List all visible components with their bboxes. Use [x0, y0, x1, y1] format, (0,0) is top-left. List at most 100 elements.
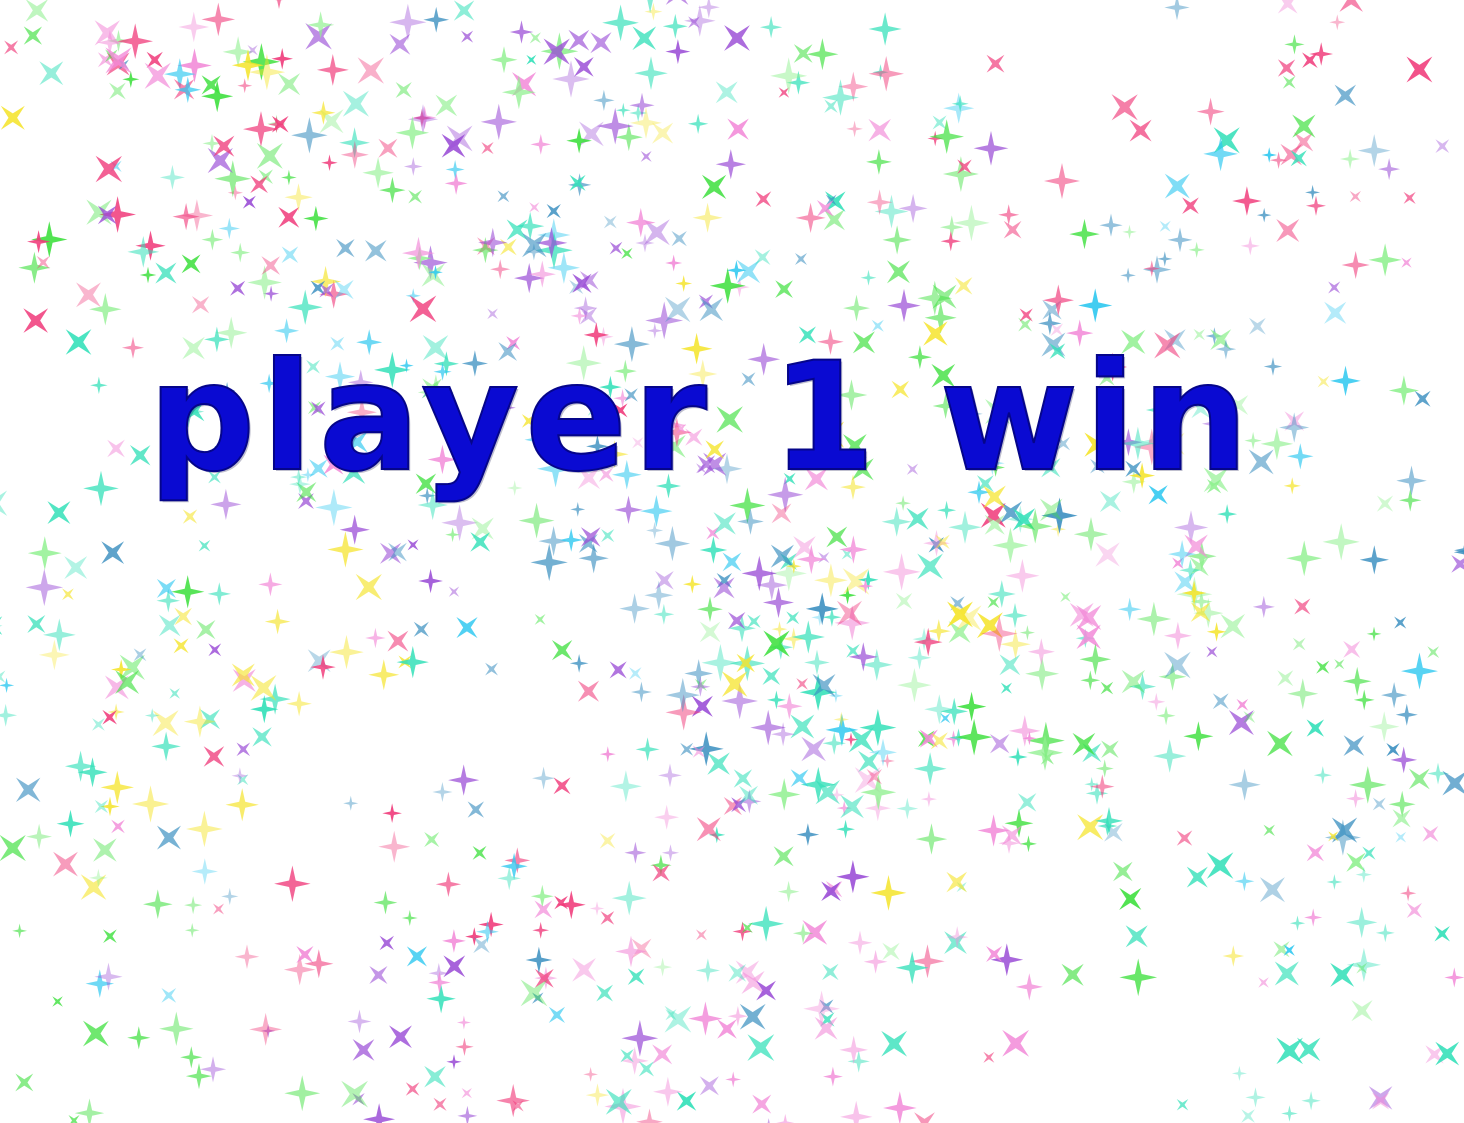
sparkle: [1060, 591, 1071, 603]
sparkle: [467, 801, 485, 818]
sparkle: [814, 563, 848, 598]
sparkle: [388, 542, 407, 562]
sparkle: [480, 103, 517, 140]
sparkle: [1003, 220, 1022, 239]
sparkle: [1399, 489, 1422, 512]
sparkle: [635, 737, 660, 762]
sparkle: [1213, 127, 1240, 154]
sparkle: [983, 1051, 995, 1063]
sparkle: [611, 880, 647, 916]
sparkle: [665, 0, 689, 5]
sparkle: [840, 1100, 873, 1123]
sparkle: [362, 157, 394, 189]
sparkle: [1222, 945, 1245, 967]
sparkle: [343, 795, 359, 811]
sparkle: [1306, 719, 1325, 737]
sparkle: [4, 40, 19, 55]
sparkle: [237, 78, 253, 94]
sparkle: [1025, 656, 1060, 691]
sparkle: [1306, 844, 1324, 862]
sparkle: [748, 905, 784, 942]
sparkle: [1283, 477, 1301, 495]
sparkle: [369, 965, 388, 985]
sparkle: [1001, 825, 1023, 846]
sparkle: [556, 890, 586, 920]
sparkle: [181, 254, 201, 274]
sparkle: [365, 627, 386, 649]
sparkle: [1442, 770, 1464, 796]
sparkle: [334, 279, 354, 300]
sparkle: [860, 269, 877, 286]
sparkle: [26, 823, 52, 850]
sparkle: [1277, 0, 1298, 14]
sparkle: [1157, 251, 1173, 267]
sparkle: [1322, 523, 1360, 561]
sparkle: [767, 1118, 770, 1123]
sparkle: [609, 770, 642, 803]
sparkle: [234, 944, 260, 969]
sparkle: [940, 215, 964, 239]
sparkle: [62, 588, 74, 601]
sparkle: [196, 619, 216, 640]
sparkle: [201, 2, 236, 37]
sparkle: [264, 608, 291, 635]
sparkle: [103, 929, 117, 944]
sparkle: [1188, 241, 1205, 258]
sparkle: [1121, 669, 1146, 694]
sparkle: [778, 87, 790, 98]
sparkle: [1267, 730, 1293, 757]
sparkle: [929, 119, 964, 154]
sparkle: [473, 936, 490, 954]
sparkle: [457, 1105, 478, 1123]
sparkle: [47, 501, 71, 525]
sparkle: [368, 659, 400, 691]
sparkle: [281, 169, 297, 186]
sparkle: [1396, 465, 1427, 496]
sparkle: [433, 1097, 447, 1111]
sparkle: [692, 202, 723, 233]
sparkle: [1101, 740, 1119, 758]
sparkle: [1232, 186, 1262, 216]
sparkle: [379, 935, 395, 951]
sparkle: [1099, 213, 1123, 237]
sparkle: [776, 693, 803, 720]
sparkle: [304, 949, 334, 979]
sparkle: [355, 573, 382, 601]
sparkle: [406, 946, 428, 967]
sparkle: [629, 92, 655, 118]
sparkle: [896, 797, 919, 820]
sparkle: [917, 553, 943, 580]
sparkle: [1351, 999, 1373, 1022]
sparkle: [261, 256, 281, 275]
sparkle: [1292, 637, 1306, 651]
sparkle: [472, 845, 487, 860]
sparkle: [580, 527, 601, 547]
sparkle: [143, 889, 173, 919]
sparkle: [1317, 375, 1330, 388]
sparkle: [534, 614, 546, 625]
sparkle: [405, 1082, 420, 1096]
sparkle: [485, 662, 498, 676]
sparkle: [1394, 616, 1407, 629]
sparkle: [243, 111, 279, 147]
sparkle: [917, 280, 953, 316]
sparkle: [1343, 640, 1361, 658]
sparkle: [1206, 646, 1218, 658]
sparkle: [973, 130, 1009, 166]
sparkle: [327, 531, 364, 568]
sparkle: [461, 1087, 472, 1099]
sparkle: [203, 746, 225, 767]
sparkle: [1095, 759, 1114, 778]
sparkle: [776, 1113, 795, 1123]
sparkle: [883, 1091, 917, 1123]
sparkle: [683, 574, 702, 594]
sparkle: [218, 217, 240, 240]
sparkle: [661, 844, 680, 862]
sparkle: [461, 30, 474, 43]
sparkle: [1129, 119, 1152, 142]
sparkle: [156, 825, 181, 850]
sparkle: [646, 521, 664, 539]
sparkle: [401, 910, 418, 926]
sparkle: [284, 1075, 321, 1112]
sparkle: [490, 46, 518, 74]
